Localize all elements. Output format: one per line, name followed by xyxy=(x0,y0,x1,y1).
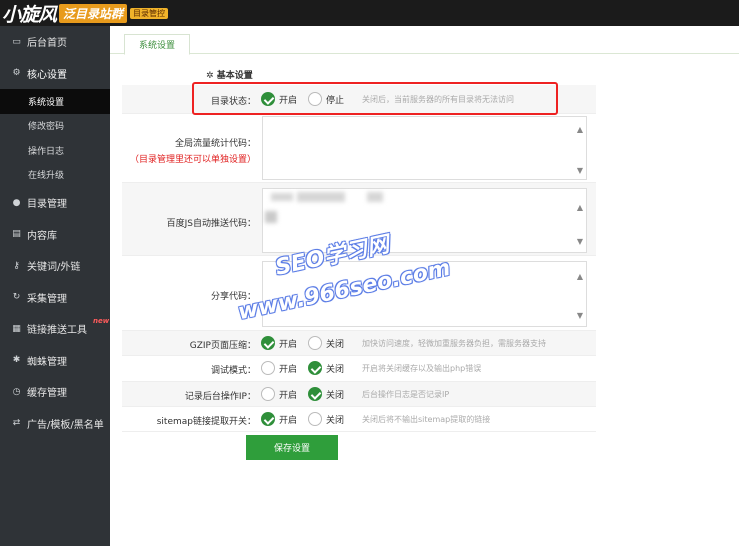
traffic-code-note: （目录管理里还可以单独设置） xyxy=(129,155,256,165)
blurred-content xyxy=(297,192,345,202)
row-debug: 调试模式： 开启 关闭 开启将关闭缓存以及输出php错误 xyxy=(122,356,596,382)
debug-off-radio[interactable]: 关闭 xyxy=(308,361,344,375)
gzip-on-radio[interactable]: 开启 xyxy=(261,336,297,350)
sidebar-item-directory[interactable]: ● 目录管理 xyxy=(0,187,110,219)
sidebar-item-collection[interactable]: ↻ 采集管理 xyxy=(0,282,110,314)
sidebar-item-spider[interactable]: ✱ 蜘蛛管理 xyxy=(0,345,110,377)
gear-icon: ⚙ xyxy=(12,68,21,79)
radio-label: 关闭 xyxy=(326,390,345,401)
save-button[interactable]: 保存设置 xyxy=(246,435,338,460)
tab-bar: 系统设置 xyxy=(110,26,739,55)
log-ip-hint: 后台操作日志是否记录IP xyxy=(362,390,450,399)
top-bar: 小旋风 泛目录站群 目录管控 xyxy=(0,0,739,26)
row-gzip: GZIP页面压缩： 开启 关闭 加快访问速度，轻微加重服务器负担，需服务器支持 xyxy=(122,331,596,356)
sidebar-item-keywords[interactable]: ⚷ 关键词/外链 xyxy=(0,250,110,282)
sidebar-item-label: 目录管理 xyxy=(27,199,67,211)
sidebar-item-label: 采集管理 xyxy=(27,293,67,305)
scroll-down-icon[interactable]: ▼ xyxy=(577,311,583,320)
blurred-content xyxy=(367,192,383,202)
document-icon: ▤ xyxy=(12,229,21,240)
sync-icon: ↻ xyxy=(12,292,21,303)
sidebar-item-label: 内容库 xyxy=(27,230,57,242)
radio-label: 开启 xyxy=(279,339,298,350)
sidebar-item-ads-templates[interactable]: ⇄ 广告/模板/黑名单 xyxy=(0,408,110,440)
radio-empty-icon xyxy=(261,361,275,375)
gzip-hint: 加快访问速度，轻微加重服务器负担，需服务器支持 xyxy=(362,339,546,348)
sidebar-subitem-operation-log[interactable]: 操作日志 xyxy=(0,138,110,163)
check-icon xyxy=(261,412,275,426)
sitemap-hint: 关闭后将不输出sitemap提取的链接 xyxy=(362,415,491,424)
sidebar-subitem-change-password[interactable]: 修改密码 xyxy=(0,114,110,139)
monitor-icon: ▭ xyxy=(12,36,21,47)
sitemap-on-radio[interactable]: 开启 xyxy=(261,412,297,426)
sidebar-item-label: 后台首页 xyxy=(27,38,67,50)
log-ip-on-radio[interactable]: 开启 xyxy=(261,387,297,401)
sidebar-item-core-settings[interactable]: ⚙ 核心设置 xyxy=(0,58,110,90)
radio-label: 开启 xyxy=(279,364,298,375)
grid-icon: ▦ xyxy=(12,323,21,334)
radio-empty-icon xyxy=(308,412,322,426)
scroll-down-icon[interactable]: ▼ xyxy=(577,237,583,246)
log-ip-label: 记录后台操作IP： xyxy=(184,392,256,402)
sidebar-item-link-push[interactable]: ▦ 链接推送工具 new xyxy=(0,313,110,345)
new-badge: new xyxy=(93,317,110,325)
sitemap-label: sitemap链接提取开关： xyxy=(156,417,256,427)
row-sitemap: sitemap链接提取开关： 开启 关闭 关闭后将不输出sitemap提取的链接 xyxy=(122,407,596,432)
debug-on-radio[interactable]: 开启 xyxy=(261,361,297,375)
scroll-up-icon[interactable]: ▲ xyxy=(577,272,583,281)
tab-system-settings[interactable]: 系统设置 xyxy=(124,34,190,55)
radio-empty-icon xyxy=(261,387,275,401)
traffic-code-label: 全局流量统计代码： xyxy=(174,139,256,149)
highlight-box xyxy=(192,82,558,115)
radio-label: 关闭 xyxy=(326,364,345,375)
check-icon xyxy=(308,361,322,375)
sidebar-subitem-online-upgrade[interactable]: 在线升级 xyxy=(0,163,110,188)
section-title-text: 基本设置 xyxy=(216,71,253,81)
sidebar-item-label: 核心设置 xyxy=(27,69,67,81)
traffic-code-textarea[interactable]: ▲ ▼ xyxy=(262,116,587,180)
scroll-down-icon[interactable]: ▼ xyxy=(577,166,583,175)
sidebar: ▭ 后台首页 ⚙ 核心设置 系统设置 修改密码 操作日志 在线升级 ● 目录管理… xyxy=(0,26,110,546)
spider-icon: ✱ xyxy=(12,355,21,366)
radio-label: 开启 xyxy=(279,390,298,401)
logo-sub: 泛目录站群 xyxy=(59,3,128,23)
sidebar-item-home[interactable]: ▭ 后台首页 xyxy=(0,26,110,58)
logo-tag: 目录管控 xyxy=(130,7,169,19)
scroll-up-icon[interactable]: ▲ xyxy=(577,125,583,134)
scroll-up-icon[interactable]: ▲ xyxy=(577,203,583,212)
row-log-ip: 记录后台操作IP： 开启 关闭 后台操作日志是否记录IP xyxy=(122,382,596,407)
check-icon xyxy=(308,387,322,401)
sidebar-item-label: 广告/模板/黑名单 xyxy=(27,419,104,431)
gzip-label: GZIP页面压缩： xyxy=(189,341,256,351)
radio-label: 关闭 xyxy=(326,339,345,350)
key-icon: ⚷ xyxy=(13,260,20,271)
sidebar-item-label: 关键词/外链 xyxy=(27,262,81,274)
sidebar-item-cache[interactable]: ◷ 缓存管理 xyxy=(0,376,110,408)
check-icon xyxy=(261,336,275,350)
sidebar-item-label: 链接推送工具 xyxy=(27,325,87,337)
user-icon: ● xyxy=(12,197,21,208)
radio-label: 开启 xyxy=(279,415,298,426)
logo-main: 小旋风 xyxy=(2,3,57,26)
clock-icon: ◷ xyxy=(12,386,21,397)
sidebar-item-content-library[interactable]: ▤ 内容库 xyxy=(0,219,110,251)
radio-label: 关闭 xyxy=(326,415,345,426)
blurred-content xyxy=(271,193,293,201)
sidebar-item-label: 缓存管理 xyxy=(27,388,67,400)
app-logo[interactable]: 小旋风 泛目录站群 目录管控 xyxy=(0,0,169,26)
blurred-content xyxy=(265,211,277,223)
sidebar-subitem-system-settings[interactable]: 系统设置 xyxy=(0,89,110,114)
debug-label: 调试模式： xyxy=(210,366,256,376)
log-ip-off-radio[interactable]: 关闭 xyxy=(308,387,344,401)
shuffle-icon: ⇄ xyxy=(12,418,21,429)
sidebar-item-label: 蜘蛛管理 xyxy=(27,356,67,368)
radio-empty-icon xyxy=(308,336,322,350)
gear-icon: ✲ xyxy=(206,71,217,81)
gzip-off-radio[interactable]: 关闭 xyxy=(308,336,344,350)
section-title: ✲ 基本设置 xyxy=(206,68,253,81)
debug-hint: 开启将关闭缓存以及输出php错误 xyxy=(362,364,482,373)
baidu-push-label: 百度JS自动推送代码： xyxy=(166,219,256,229)
sitemap-off-radio[interactable]: 关闭 xyxy=(308,412,344,426)
